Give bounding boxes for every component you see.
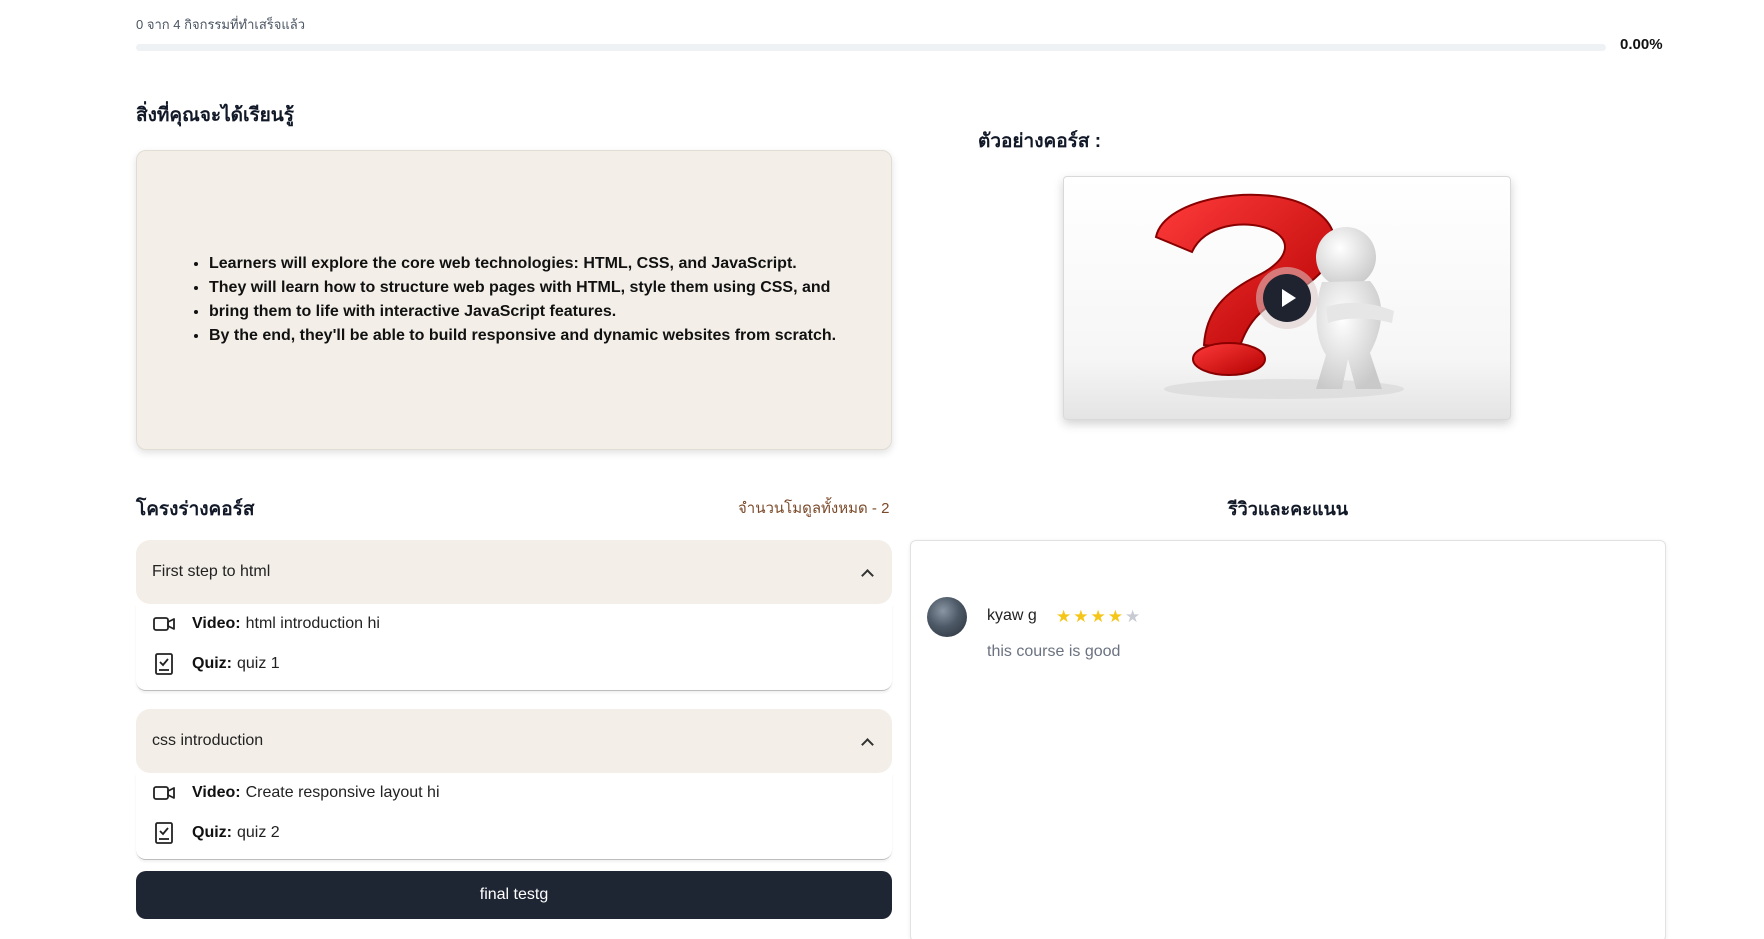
quiz-icon bbox=[152, 652, 176, 676]
module-accordion: First step to html Video: html introduct… bbox=[136, 540, 892, 691]
course-page: 0 จาก 4 กิจกรรมที่ทำเสร็จแล้ว 0.00% สิ่ง… bbox=[0, 0, 1764, 939]
preview-video[interactable] bbox=[1063, 176, 1511, 420]
play-icon bbox=[1263, 274, 1311, 322]
module-lessons: Video: html introduction hi Quiz: quiz 1 bbox=[136, 604, 892, 691]
final-test-button[interactable]: final testg bbox=[136, 871, 892, 919]
lesson-type: Video: bbox=[192, 784, 241, 801]
progress-bar bbox=[136, 44, 1606, 51]
reviewer-name: kyaw g bbox=[987, 607, 1037, 624]
preview-title: ตัวอย่างคอร์ส : bbox=[978, 131, 1102, 152]
reviews-title: รีวิวและคะแนน bbox=[1228, 499, 1349, 519]
chevron-up-icon[interactable] bbox=[861, 737, 874, 751]
learn-list: Learners will explore the core web techn… bbox=[209, 252, 836, 348]
video-icon bbox=[152, 612, 176, 636]
module-header[interactable]: First step to html bbox=[136, 540, 892, 604]
lesson-name: quiz 1 bbox=[237, 655, 280, 672]
lesson-name: Create responsive layout hi bbox=[245, 784, 440, 801]
video-icon bbox=[152, 781, 176, 805]
chevron-up-icon[interactable] bbox=[861, 568, 874, 582]
star-filled-icon: ★ bbox=[1073, 607, 1091, 626]
learn-section-title: สิ่งที่คุณจะได้เรียนรู้ bbox=[136, 105, 294, 126]
progress-percent: 0.00% bbox=[1620, 36, 1663, 53]
learn-item: bring them to life with interactive Java… bbox=[209, 300, 836, 324]
learn-item: Learners will explore the core web techn… bbox=[209, 252, 836, 276]
play-button[interactable] bbox=[1256, 267, 1318, 329]
learn-item: They will learn how to structure web pag… bbox=[209, 276, 836, 300]
lesson-name: quiz 2 bbox=[237, 824, 280, 841]
avatar bbox=[927, 597, 967, 637]
star-filled-icon: ★ bbox=[1107, 607, 1125, 626]
lesson-name: html introduction hi bbox=[245, 615, 380, 632]
lesson-type: Video: bbox=[192, 615, 241, 632]
module-lessons: Video: Create responsive layout hi Quiz:… bbox=[136, 773, 892, 860]
star-filled-icon: ★ bbox=[1090, 607, 1108, 626]
lesson-item[interactable]: Video: html introduction hi bbox=[136, 604, 892, 644]
module-title: First step to html bbox=[152, 563, 271, 580]
learn-panel: Learners will explore the core web techn… bbox=[136, 150, 892, 450]
module-accordion: css introduction Video: Create responsiv… bbox=[136, 709, 892, 860]
star-filled-icon: ★ bbox=[1056, 607, 1074, 626]
progress-text: 0 จาก 4 กิจกรรมที่ทำเสร็จแล้ว bbox=[136, 17, 306, 32]
quiz-icon bbox=[152, 821, 176, 845]
module-count: จำนวนโมดูลทั้งหมด - 2 bbox=[738, 500, 890, 517]
star-rating: ★★★★★ bbox=[1056, 607, 1142, 627]
review-text: this course is good bbox=[987, 643, 1121, 660]
lesson-item[interactable]: Quiz: quiz 2 bbox=[136, 813, 892, 853]
lesson-type: Quiz: bbox=[192, 655, 232, 672]
star-empty-icon: ★ bbox=[1125, 607, 1143, 626]
lesson-item[interactable]: Quiz: quiz 1 bbox=[136, 644, 892, 684]
lesson-type: Quiz: bbox=[192, 824, 232, 841]
outline-title: โครงร่างคอร์ส bbox=[136, 499, 255, 520]
module-title: css introduction bbox=[152, 732, 264, 749]
learn-item: By the end, they'll be able to build res… bbox=[209, 324, 836, 348]
lesson-item[interactable]: Video: Create responsive layout hi bbox=[136, 773, 892, 813]
reviews-panel: kyaw g ★★★★★ this course is good bbox=[910, 540, 1666, 939]
module-header[interactable]: css introduction bbox=[136, 709, 892, 773]
